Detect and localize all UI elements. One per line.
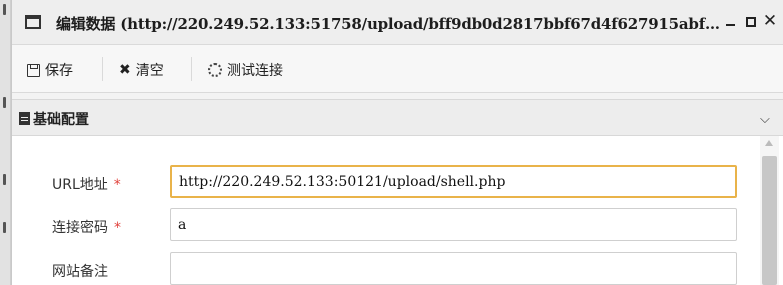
toolbar-divider: [191, 57, 192, 81]
basic-config-form: URL地址 * 连接密码 * 网站备注: [12, 136, 783, 285]
password-label-text: 连接密码: [52, 220, 108, 236]
dialog-titlebar[interactable]: 编辑数据 (http://220.249.52.133:51758/upload…: [12, 0, 783, 44]
scroll-up-arrow-icon[interactable]: [765, 140, 773, 146]
save-icon: [27, 63, 40, 77]
window-icon: [25, 15, 41, 29]
save-button[interactable]: 保存: [27, 59, 73, 81]
edit-data-dialog: 编辑数据 (http://220.249.52.133:51758/upload…: [11, 0, 783, 285]
edge-mark: [3, 174, 6, 185]
required-marker: *: [113, 177, 121, 193]
url-input[interactable]: [170, 165, 737, 198]
url-label-text: URL地址: [52, 177, 108, 193]
background-window-edge: [0, 0, 11, 285]
password-input[interactable]: [170, 208, 737, 241]
test-connection-label: 测试连接: [227, 63, 283, 79]
edge-mark: [3, 4, 6, 15]
toolbar-divider: [102, 57, 103, 81]
minimize-button[interactable]: [722, 12, 740, 30]
note-label-text: 网站备注: [52, 264, 108, 280]
clear-icon: ✖: [119, 62, 131, 78]
url-label: URL地址 *: [52, 174, 121, 194]
note-label: 网站备注: [52, 261, 108, 281]
basic-config-header[interactable]: 基础配置 ⌵: [12, 99, 783, 136]
edge-mark: [3, 97, 6, 108]
dialog-title: 编辑数据 (http://220.249.52.133:51758/upload…: [56, 15, 728, 33]
form-scrollbar[interactable]: [760, 136, 779, 285]
note-input[interactable]: [170, 252, 737, 285]
edge-mark: [3, 222, 6, 233]
maximize-icon: [746, 17, 756, 27]
password-label: 连接密码 *: [52, 217, 121, 237]
spinner-icon: [208, 63, 222, 77]
document-icon: [19, 112, 30, 125]
minimize-icon: [726, 24, 735, 26]
save-label: 保存: [45, 63, 73, 79]
toolbar: 保存 ✖ 清空 测试连接: [12, 44, 783, 93]
clear-label: 清空: [135, 63, 164, 79]
maximize-button[interactable]: [742, 12, 760, 30]
close-button[interactable]: ✕: [761, 12, 779, 30]
section-title: 基础配置: [33, 112, 89, 128]
chevron-down-icon[interactable]: ⌵: [760, 112, 770, 127]
required-marker: *: [114, 220, 121, 236]
test-connection-button[interactable]: 测试连接: [208, 59, 283, 81]
clear-button[interactable]: ✖ 清空: [119, 59, 164, 81]
scroll-thumb[interactable]: [762, 156, 777, 285]
